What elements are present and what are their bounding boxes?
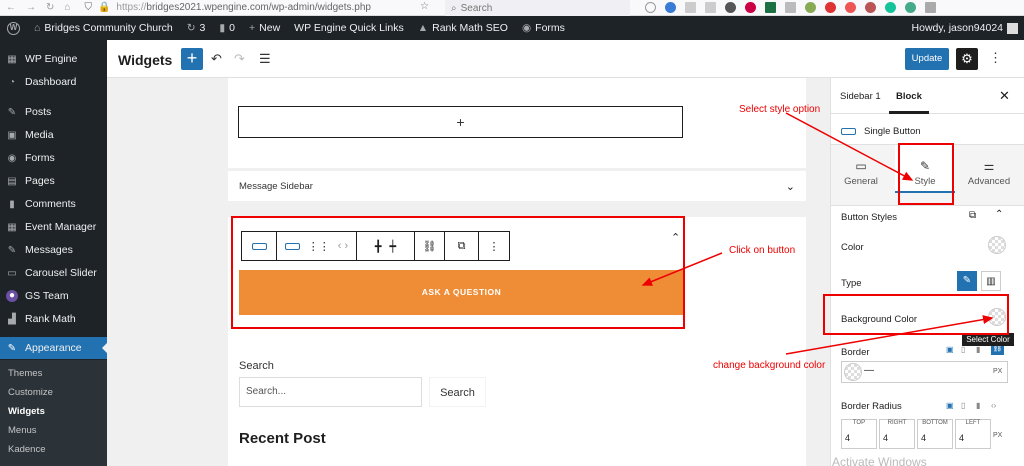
annotation-arrows — [641, 112, 994, 355]
arrow-to-style-tab — [785, 112, 914, 181]
arrow-to-button — [641, 252, 723, 286]
arrow-to-bg-swatch — [785, 315, 994, 355]
